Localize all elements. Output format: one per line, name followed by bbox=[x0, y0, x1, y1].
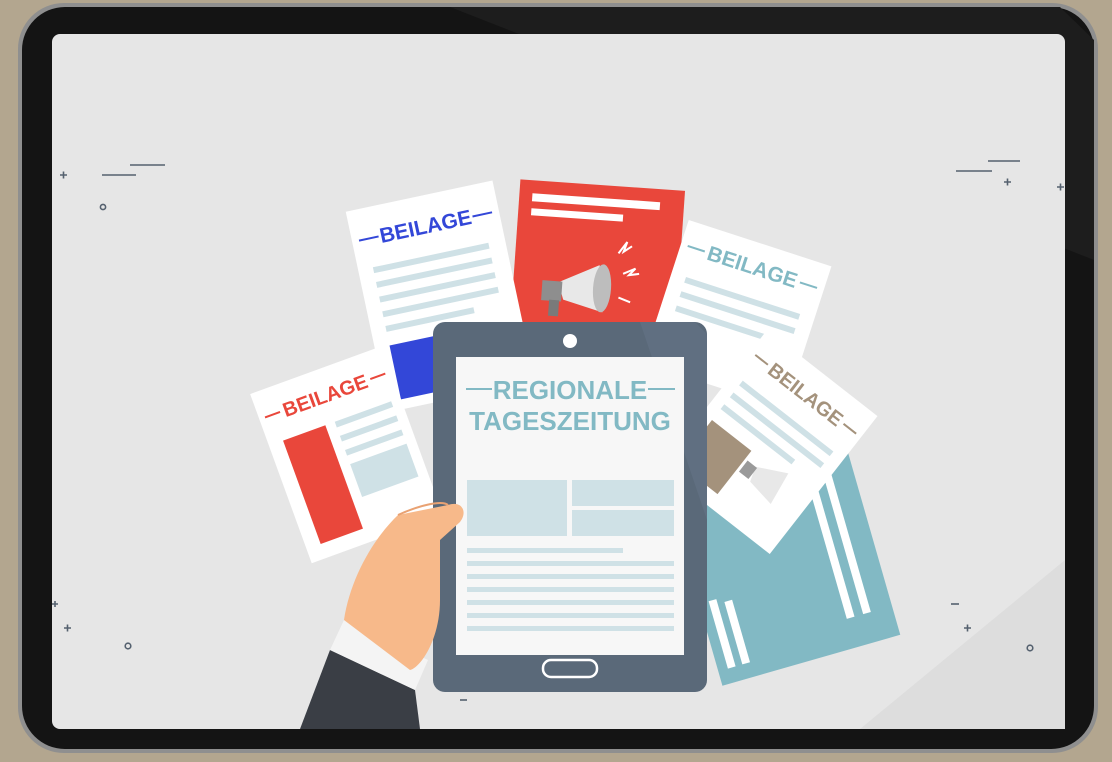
hand-tablet: REGIONALE TAGESZEITUNG bbox=[433, 322, 707, 692]
illustration: BEILAGE BEILAGE BEILAGE BEILAGE REGIONAL… bbox=[18, 3, 1098, 753]
scene: BEILAGE BEILAGE BEILAGE BEILAGE REGIONAL… bbox=[0, 0, 1112, 757]
tablet-title-line2: TAGESZEITUNG bbox=[469, 406, 671, 436]
tablet-title-line1: REGIONALE bbox=[493, 375, 648, 405]
tablet-camera bbox=[563, 334, 577, 348]
